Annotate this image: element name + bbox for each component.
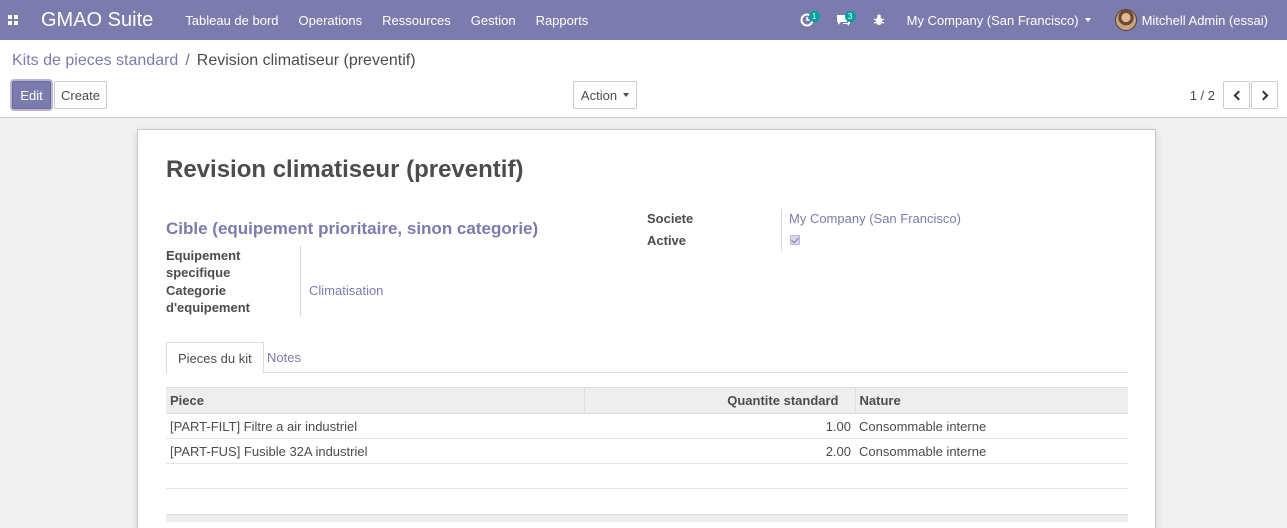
breadcrumb-parent-link[interactable]: Kits de pieces standard — [12, 52, 178, 69]
action-button-label: Action — [580, 87, 618, 103]
field-label-societe: Societe — [647, 211, 694, 226]
message-count-badge: 3 — [844, 11, 856, 22]
apps-menu-icon[interactable] — [0, 0, 26, 40]
field-label-line: specifique — [166, 265, 231, 280]
field-label-equipement: Equipement specifique — [166, 247, 286, 281]
chevron-left-icon — [1233, 90, 1243, 100]
societe-value[interactable]: My Company (San Francisco) — [789, 211, 961, 226]
top-navbar: GMAO Suite Tableau de bord Operations Re… — [0, 0, 1287, 40]
field-label-line: Equipement — [166, 248, 241, 263]
cell-quantite: 2.00 — [584, 438, 855, 464]
field-divider — [300, 246, 301, 316]
company-switcher-label: My Company (San Francisco) — [906, 12, 1079, 28]
create-button[interactable]: Create — [54, 81, 107, 109]
active-checkbox[interactable] — [790, 235, 800, 245]
group-title-cible: Cible (equipement prioritaire, sinon cat… — [166, 219, 539, 238]
column-header-piece[interactable]: Piece — [166, 387, 584, 414]
categorie-equipement-value[interactable]: Climatisation — [309, 283, 383, 298]
breadcrumb-separator: / — [185, 52, 190, 69]
cell-nature: Consommable interne — [855, 438, 1128, 464]
control-panel: Kits de pieces standard / Revision climati… — [0, 40, 1287, 118]
pager-previous-button[interactable] — [1223, 81, 1250, 109]
debug-bug-icon[interactable] — [861, 0, 897, 40]
column-header-nature[interactable]: Nature — [854, 387, 1128, 414]
breadcrumb: Kits de pieces standard / Revision climati… — [12, 52, 416, 70]
field-label-line: Categorie — [166, 283, 226, 298]
messages-chat-icon[interactable]: 3 — [825, 0, 861, 40]
activity-count-badge: 1 — [808, 11, 820, 22]
record-title: Revision climatiseur (preventif) — [166, 156, 524, 183]
cell-quantite: 1.00 — [584, 413, 855, 439]
table-row[interactable]: [PART-FUS] Fusible 32A industriel 2.00 C… — [166, 438, 1128, 464]
breadcrumb-current: Revision climatiseur (preventif) — [196, 52, 416, 69]
table-empty-row — [166, 463, 1128, 489]
activity-clock-icon[interactable]: 1 — [789, 0, 825, 40]
tab-pieces-du-kit[interactable]: Pieces du kit — [166, 342, 264, 374]
avatar — [1114, 9, 1137, 31]
field-label-line: d'equipement — [166, 300, 250, 315]
user-menu[interactable]: Mitchell Admin (essai) — [1103, 0, 1287, 40]
field-label-categorie: Categorie d'equipement — [166, 282, 286, 316]
tab-notes[interactable]: Notes — [256, 342, 312, 373]
company-switcher[interactable]: My Company (San Francisco) — [897, 0, 1103, 40]
equipement-specifique-value[interactable] — [309, 248, 509, 264]
pager-next-button[interactable] — [1251, 81, 1278, 109]
chevron-right-icon — [1258, 90, 1268, 100]
pieces-table: Piece Quantite standard Nature [PART-FIL… — [166, 387, 1128, 489]
menu-gestion[interactable]: Gestion — [461, 0, 526, 40]
field-label-active: Active — [647, 233, 687, 248]
user-name: Mitchell Admin (essai) — [1141, 12, 1268, 28]
table-header-row: Piece Quantite standard Nature — [166, 387, 1128, 414]
table-footer — [166, 514, 1128, 522]
menu-rapports[interactable]: Rapports — [526, 0, 599, 40]
field-divider — [781, 209, 782, 251]
table-row[interactable]: [PART-FILT] Filtre a air industriel 1.00… — [166, 413, 1128, 439]
form-view-area: Revision climatiseur (preventif) Cible (… — [0, 119, 1287, 528]
cell-piece: [PART-FUS] Fusible 32A industriel — [166, 438, 584, 464]
cell-piece: [PART-FILT] Filtre a air industriel — [166, 413, 584, 439]
action-dropdown-button[interactable]: Action — [573, 81, 637, 109]
main-menu: Tableau de bord Operations Ressources Ge… — [175, 0, 598, 40]
edit-button[interactable]: Edit — [12, 81, 51, 109]
notebook-tabs: Pieces du kit Notes — [166, 342, 1128, 374]
systray: 1 3 My Company (San Francisco) Mitchell … — [789, 0, 1287, 40]
cell-nature: Consommable interne — [855, 413, 1128, 439]
menu-ressources[interactable]: Ressources — [372, 0, 461, 40]
app-brand[interactable]: GMAO Suite — [41, 9, 153, 32]
pager-value[interactable]: 1 / 2 — [1190, 88, 1215, 103]
menu-operations[interactable]: Operations — [289, 0, 373, 40]
chevron-down-icon — [623, 93, 630, 97]
form-sheet: Revision climatiseur (preventif) Cible (… — [137, 129, 1156, 528]
chevron-down-icon — [1084, 18, 1091, 22]
menu-tableau-de-bord[interactable]: Tableau de bord — [175, 0, 288, 40]
column-header-quantite[interactable]: Quantite standard — [583, 387, 855, 414]
